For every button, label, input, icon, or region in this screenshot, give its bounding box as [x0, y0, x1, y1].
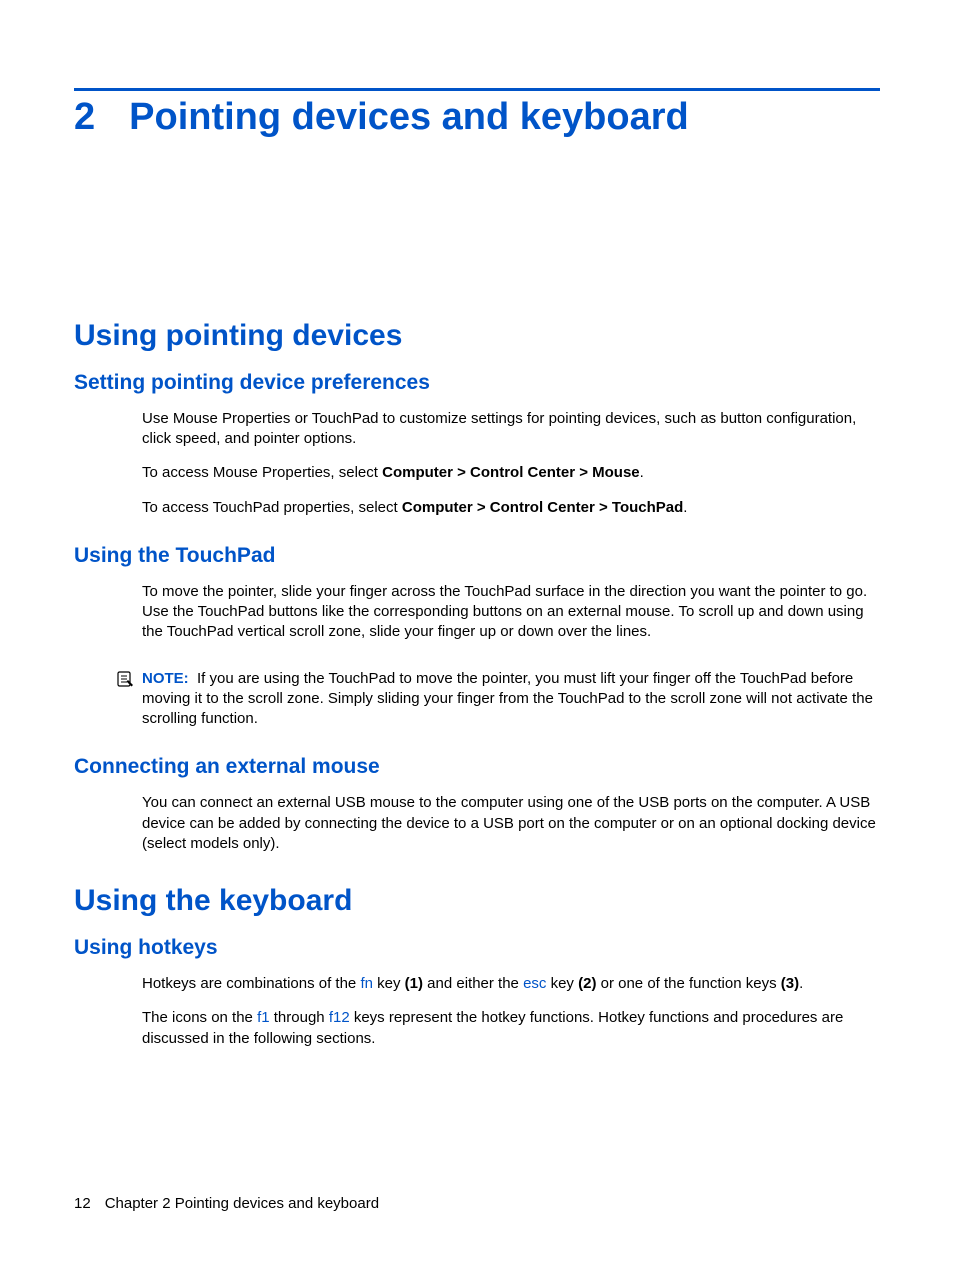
paragraph: Use Mouse Properties or TouchPad to cust…	[142, 409, 880, 450]
subsection-external-mouse: Connecting an external mouse	[74, 755, 880, 779]
chapter-rule	[74, 88, 880, 91]
section-using-keyboard: Using the keyboard	[74, 884, 880, 918]
text: The icons on the	[142, 1009, 257, 1026]
body-setting-preferences: Use Mouse Properties or TouchPad to cust…	[142, 409, 880, 518]
paragraph: To move the pointer, slide your finger a…	[142, 582, 880, 643]
paragraph: You can connect an external USB mouse to…	[142, 793, 880, 854]
subsection-setting-preferences: Setting pointing device preferences	[74, 371, 880, 395]
menu-path: Computer > Control Center > TouchPad	[402, 499, 683, 516]
note-label: NOTE:	[142, 670, 189, 687]
text: .	[799, 975, 803, 992]
callout-2: (2)	[578, 975, 596, 992]
keycap-f1: f1	[257, 1009, 270, 1026]
chapter-heading: 2 Pointing devices and keyboard	[74, 97, 880, 139]
text: and either the	[423, 975, 523, 992]
text: Hotkeys are combinations of the	[142, 975, 360, 992]
text: .	[683, 499, 687, 516]
paragraph: Hotkeys are combinations of the fn key (…	[142, 974, 880, 994]
paragraph: The icons on the f1 through f12 keys rep…	[142, 1008, 880, 1049]
keycap-fn: fn	[360, 975, 373, 992]
section-using-pointing-devices: Using pointing devices	[74, 319, 880, 353]
page-footer: 12 Chapter 2 Pointing devices and keyboar…	[74, 1195, 379, 1212]
menu-path: Computer > Control Center > Mouse	[382, 464, 640, 481]
text: or one of the function keys	[596, 975, 780, 992]
footer-chapter-ref: Chapter 2 Pointing devices and keyboard	[105, 1195, 379, 1212]
note-icon	[116, 671, 134, 692]
chapter-title: Pointing devices and keyboard	[129, 97, 689, 139]
page-number: 12	[74, 1195, 91, 1212]
paragraph: To access Mouse Properties, select Compu…	[142, 463, 880, 483]
body-external-mouse: You can connect an external USB mouse to…	[142, 793, 880, 854]
text: To access Mouse Properties, select	[142, 464, 382, 481]
note-text: NOTE: If you are using the TouchPad to m…	[142, 669, 880, 730]
subsection-using-touchpad: Using the TouchPad	[74, 544, 880, 568]
paragraph: To access TouchPad properties, select Co…	[142, 498, 880, 518]
keycap-f12: f12	[329, 1009, 350, 1026]
text: If you are using the TouchPad to move th…	[142, 670, 873, 728]
keycap-esc: esc	[523, 975, 546, 992]
callout-3: (3)	[781, 975, 799, 992]
chapter-number: 2	[74, 97, 95, 139]
body-using-touchpad: To move the pointer, slide your finger a…	[142, 582, 880, 643]
page: 2 Pointing devices and keyboard Using po…	[0, 0, 954, 1270]
text: To access TouchPad properties, select	[142, 499, 402, 516]
subsection-using-hotkeys: Using hotkeys	[74, 936, 880, 960]
text: key	[546, 975, 578, 992]
note: NOTE: If you are using the TouchPad to m…	[116, 669, 880, 730]
callout-1: (1)	[405, 975, 423, 992]
text: key	[373, 975, 405, 992]
text: through	[270, 1009, 329, 1026]
text: .	[640, 464, 644, 481]
body-using-hotkeys: Hotkeys are combinations of the fn key (…	[142, 974, 880, 1049]
